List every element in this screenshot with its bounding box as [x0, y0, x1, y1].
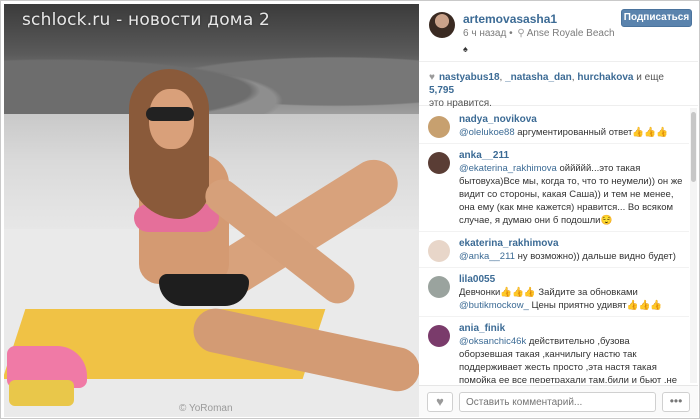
likes-more-text: и еще — [633, 72, 664, 83]
comment-body: аргументированный ответ👍👍👍 — [514, 127, 668, 138]
location-pin-icon: ⚲ — [517, 28, 525, 39]
comment-body: ну возможно)) дальше видно будет) — [514, 251, 676, 262]
author-username[interactable]: artemovasasha1 — [463, 12, 557, 26]
comment-text: @ekaterina_rakhimova оййййй...это такая … — [459, 162, 683, 227]
comments-list[interactable]: nadya_novikova @olelukoe88 аргументирова… — [419, 108, 689, 383]
comment-item: ania_finik @oksanchic46k действительно ,… — [419, 317, 689, 383]
commenter-username[interactable]: nadya_novikova — [459, 113, 683, 126]
instagram-embed-frame: schlock.ru - новости дома 2 © YoRoman ar… — [0, 0, 700, 419]
comment-body-2: Цены приятно удивят👍👍👍 — [528, 300, 663, 311]
heart-icon: ♥ — [429, 72, 435, 83]
photo-credit: © YoRoman — [179, 403, 233, 414]
comment-input[interactable] — [459, 392, 656, 412]
commenter-username[interactable]: anka__211 — [459, 149, 683, 162]
heart-icon: ♥ — [436, 394, 444, 409]
post-photo[interactable]: schlock.ru - новости дома 2 © YoRoman — [4, 4, 419, 417]
post-side-panel: artemovasasha1 6 ч назад • ⚲ Anse Royale … — [419, 4, 698, 417]
likes-summary: ♥ nastyabus18, _natasha_dan, hurchakova и… — [419, 66, 698, 109]
comment-item: lila0055 Девчонки👍👍👍 Зайдите за обновкам… — [419, 268, 689, 317]
woman-figure — [99, 59, 419, 396]
comment-item: anka__211 @ekaterina_rakhimova оййййй...… — [419, 144, 689, 232]
scrollbar-thumb[interactable] — [691, 112, 696, 182]
commenter-username[interactable]: lila0055 — [459, 273, 683, 286]
commenter-username[interactable]: ekaterina_rakhimova — [459, 237, 683, 250]
commenter-avatar[interactable] — [428, 325, 450, 347]
like-user-3[interactable]: hurchakova — [577, 72, 633, 83]
comment-text: @olelukoe88 аргументированный ответ👍👍👍 — [459, 126, 683, 139]
author-avatar[interactable] — [429, 12, 455, 38]
post-time[interactable]: 6 ч назад — [463, 28, 506, 39]
post-header: artemovasasha1 6 ч назад • ⚲ Anse Royale … — [419, 4, 698, 62]
comments-scrollbar[interactable] — [690, 108, 697, 383]
follow-button[interactable]: Подписаться — [621, 9, 692, 27]
bikini-bottom — [159, 274, 249, 306]
comment-body: Девчонки👍👍👍 Зайдите за обновками — [459, 287, 638, 298]
meta-separator: • — [509, 28, 513, 39]
comment-item: nadya_novikova @olelukoe88 аргументирова… — [419, 108, 689, 144]
post-footer: ♥ ••• — [419, 385, 698, 417]
comment-text: @oksanchic46k действительно ,бузова обор… — [459, 335, 683, 383]
like-user-1[interactable]: nastyabus18 — [439, 72, 500, 83]
site-watermark: schlock.ru - новости дома 2 — [22, 10, 271, 30]
post-meta: 6 ч назад • ⚲ Anse Royale Beach — [463, 28, 615, 39]
comment-mention[interactable]: @butikmockow_ — [459, 300, 529, 311]
comment-item: ekaterina_rakhimova @anka__211 ну возмож… — [419, 232, 689, 268]
like-user-2[interactable]: _natasha_dan — [505, 72, 572, 83]
comment-text: Девчонки👍👍👍 Зайдите за обновками @butikmo… — [459, 286, 683, 312]
comment-mention[interactable]: @ekaterina_rakhimova — [459, 163, 557, 174]
comment-mention[interactable]: @oksanchic46k — [459, 336, 526, 347]
more-options-button[interactable]: ••• — [662, 392, 690, 412]
yellow-bag — [9, 380, 74, 406]
likes-count[interactable]: 5,795 — [429, 85, 454, 96]
commenter-avatar[interactable] — [428, 116, 450, 138]
post-location[interactable]: Anse Royale Beach — [527, 28, 615, 39]
comment-text: @anka__211 ну возможно)) дальше видно бу… — [459, 250, 683, 263]
commenter-avatar[interactable] — [428, 276, 450, 298]
sunglasses — [146, 107, 194, 121]
comment-mention[interactable]: @anka__211 — [459, 251, 515, 262]
comment-mention[interactable]: @olelukoe88 — [459, 127, 515, 138]
like-button[interactable]: ♥ — [427, 392, 453, 412]
spade-icon: ♠ — [463, 44, 468, 54]
commenter-avatar[interactable] — [428, 240, 450, 262]
commenter-username[interactable]: ania_finik — [459, 322, 683, 335]
commenter-avatar[interactable] — [428, 152, 450, 174]
